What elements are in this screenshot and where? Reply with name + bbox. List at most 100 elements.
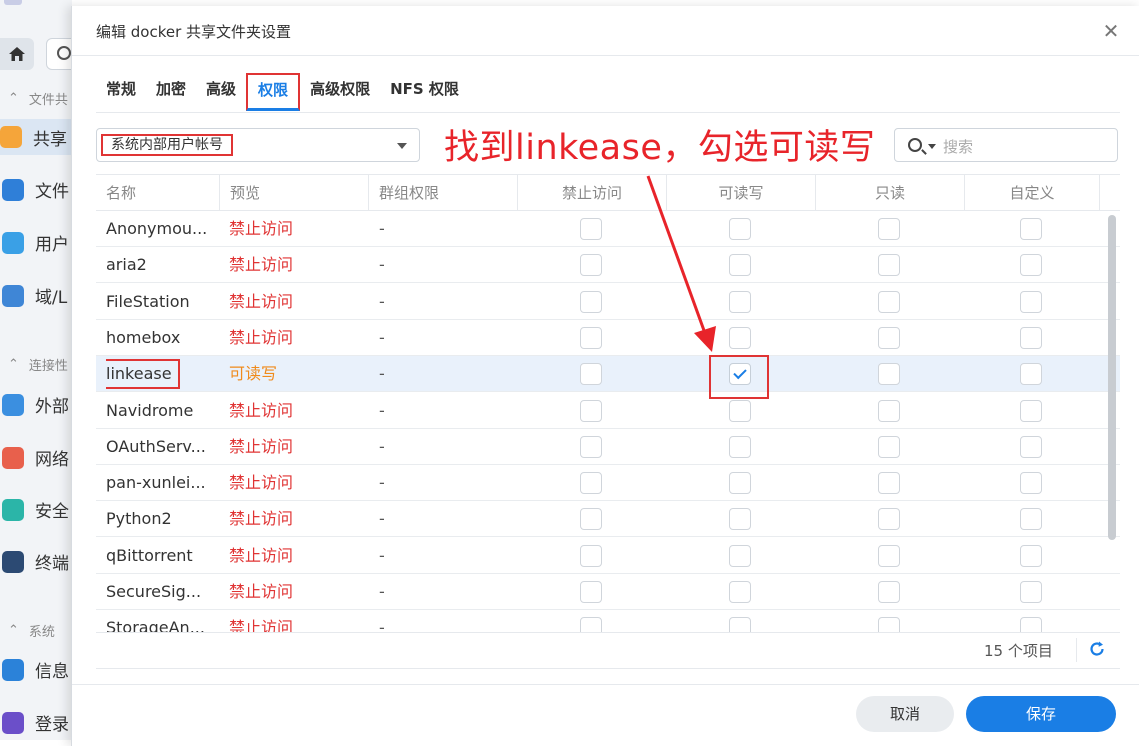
readonly-checkbox[interactable] xyxy=(878,581,900,603)
readonly-checkbox[interactable] xyxy=(878,326,900,349)
sidebar-item-label: 文件 xyxy=(35,182,69,202)
deny-checkbox[interactable] xyxy=(580,363,602,386)
readwrite-checkbox[interactable] xyxy=(729,508,751,531)
sidebar-section-header[interactable]: ⌃ 连接性 xyxy=(8,355,68,374)
user-name: homebox xyxy=(106,327,181,347)
column-header-group[interactable]: 群组权限 xyxy=(369,175,518,211)
column-header-readwrite[interactable]: 可读写 xyxy=(667,175,816,211)
column-header-custom[interactable]: 自定义 xyxy=(965,175,1100,211)
readonly-checkbox[interactable] xyxy=(878,254,900,277)
readonly-checkbox[interactable] xyxy=(878,218,900,240)
deny-checkbox[interactable] xyxy=(580,544,602,567)
custom-checkbox[interactable] xyxy=(1020,254,1042,277)
readonly-checkbox[interactable] xyxy=(878,399,900,422)
table-row[interactable]: pan-xunlei... 禁止访问 - xyxy=(96,465,1120,502)
table-row[interactable]: StorageAn... 禁止访问 - xyxy=(96,610,1120,632)
custom-checkbox[interactable] xyxy=(1020,544,1042,567)
readonly-checkbox[interactable] xyxy=(878,363,900,386)
custom-checkbox[interactable] xyxy=(1020,472,1042,495)
footer-divider xyxy=(96,668,1120,669)
sidebar-item[interactable]: 登录 xyxy=(2,710,69,735)
name-cell: StorageAn... xyxy=(106,610,214,632)
table-row[interactable]: linkease 可读写 - xyxy=(96,355,1120,400)
readonly-checkbox[interactable] xyxy=(878,617,900,632)
search-filter-caret-icon[interactable] xyxy=(928,144,936,149)
table-row[interactable]: qBittorrent 禁止访问 - xyxy=(96,538,1120,574)
deny-checkbox[interactable] xyxy=(580,581,602,603)
sidebar-item[interactable]: 域/L xyxy=(2,283,67,308)
sidebar-item-label: 外部 xyxy=(35,397,69,417)
tab-encryption[interactable]: 加密 xyxy=(146,73,196,111)
deny-checkbox[interactable] xyxy=(580,508,602,531)
table-row[interactable]: Python2 禁止访问 - xyxy=(96,501,1120,538)
deny-checkbox[interactable] xyxy=(580,435,602,458)
sidebar-search-button[interactable] xyxy=(46,38,72,70)
deny-checkbox[interactable] xyxy=(580,254,602,277)
column-header-readonly[interactable]: 只读 xyxy=(816,175,965,211)
sidebar-item[interactable]: 安全 xyxy=(2,497,69,522)
custom-checkbox[interactable] xyxy=(1020,326,1042,349)
readonly-checkbox[interactable] xyxy=(878,472,900,495)
readonly-checkbox[interactable] xyxy=(878,435,900,458)
readwrite-checkbox[interactable] xyxy=(729,544,751,567)
table-row[interactable]: SecureSig... 禁止访问 - xyxy=(96,574,1120,610)
custom-checkbox[interactable] xyxy=(1020,363,1042,386)
table-scrollbar[interactable] xyxy=(1108,215,1116,540)
custom-checkbox[interactable] xyxy=(1020,581,1042,603)
table-row[interactable]: OAuthServ... 禁止访问 - xyxy=(96,429,1120,465)
custom-checkbox[interactable] xyxy=(1020,399,1042,422)
custom-checkbox[interactable] xyxy=(1020,508,1042,531)
sidebar-item[interactable]: 终端 xyxy=(2,549,69,574)
readwrite-checkbox[interactable] xyxy=(729,472,751,495)
sidebar-item[interactable]: 共享 xyxy=(0,119,72,155)
search-input[interactable]: 搜索 xyxy=(894,128,1118,162)
sidebar-section-header[interactable]: ⌃ 系统 xyxy=(8,621,55,640)
tab-advanced-permissions[interactable]: 高级权限 xyxy=(300,73,380,111)
column-header-deny[interactable]: 禁止访问 xyxy=(518,175,667,211)
table-row[interactable]: Navidrome 禁止访问 - xyxy=(96,393,1120,429)
sidebar-section-header[interactable]: ⌃ 文件共 xyxy=(8,89,68,108)
deny-checkbox[interactable] xyxy=(580,218,602,240)
custom-checkbox[interactable] xyxy=(1020,290,1042,313)
custom-checkbox[interactable] xyxy=(1020,218,1042,240)
deny-checkbox[interactable] xyxy=(580,617,602,632)
sidebar-item[interactable]: 文件 xyxy=(2,177,69,202)
save-button[interactable]: 保存 xyxy=(966,696,1116,732)
user-type-select[interactable]: 系统内部用户帐号 xyxy=(96,128,420,162)
column-header-name[interactable]: 名称 xyxy=(96,175,220,211)
tab-permissions[interactable]: 权限 xyxy=(246,73,301,111)
sidebar-item[interactable]: 网络 xyxy=(2,445,69,470)
tab-nfs-permissions[interactable]: NFS 权限 xyxy=(380,73,469,111)
readwrite-checkbox[interactable] xyxy=(729,435,751,458)
cancel-button[interactable]: 取消 xyxy=(856,696,954,732)
readwrite-checkbox[interactable] xyxy=(729,290,751,313)
readwrite-checkbox[interactable] xyxy=(729,617,751,632)
table-row[interactable]: FileStation 禁止访问 - xyxy=(96,284,1120,320)
column-header-preview[interactable]: 预览 xyxy=(220,175,369,211)
readwrite-checkbox[interactable] xyxy=(729,326,751,349)
home-button[interactable] xyxy=(0,38,34,70)
sidebar-item[interactable]: 用户 xyxy=(2,230,69,255)
table-row[interactable]: Anonymou... 禁止访问 - xyxy=(96,211,1120,247)
readwrite-checkbox[interactable] xyxy=(729,254,751,277)
deny-checkbox[interactable] xyxy=(580,290,602,313)
table-row[interactable]: aria2 禁止访问 - xyxy=(96,247,1120,284)
deny-checkbox[interactable] xyxy=(580,399,602,422)
tab-general[interactable]: 常规 xyxy=(96,73,146,111)
close-icon[interactable]: ✕ xyxy=(1100,20,1122,42)
readonly-checkbox[interactable] xyxy=(878,290,900,313)
readonly-checkbox[interactable] xyxy=(878,544,900,567)
custom-checkbox[interactable] xyxy=(1020,435,1042,458)
readwrite-checkbox[interactable] xyxy=(729,218,751,240)
refresh-icon[interactable] xyxy=(1088,640,1106,658)
deny-checkbox[interactable] xyxy=(580,472,602,495)
table-row[interactable]: homebox 禁止访问 - xyxy=(96,320,1120,356)
readonly-checkbox[interactable] xyxy=(878,508,900,531)
tab-advanced[interactable]: 高级 xyxy=(196,73,246,111)
custom-checkbox[interactable] xyxy=(1020,617,1042,632)
readwrite-checkbox[interactable] xyxy=(729,399,751,422)
readwrite-checkbox[interactable] xyxy=(729,581,751,603)
sidebar-item[interactable]: 信息 xyxy=(2,657,69,682)
sidebar-item[interactable]: 外部 xyxy=(2,392,69,417)
deny-checkbox[interactable] xyxy=(580,326,602,349)
